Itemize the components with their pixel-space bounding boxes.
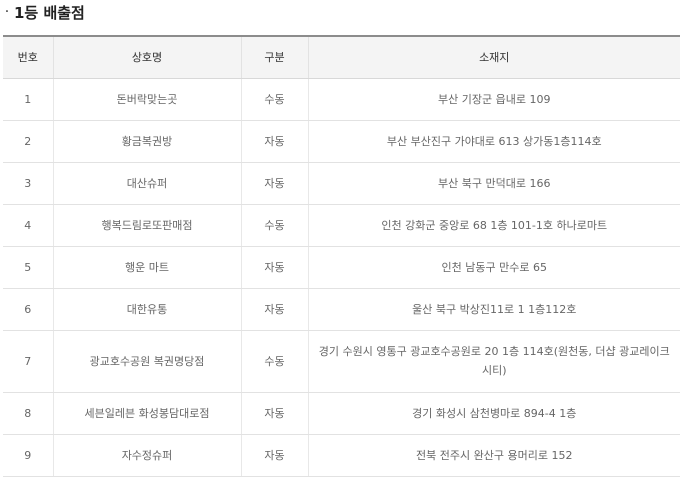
cell-name: 광교호수공원 복권명당점 bbox=[53, 330, 242, 393]
cell-type: 자동 bbox=[241, 434, 309, 477]
cell-type: 자동 bbox=[241, 120, 309, 163]
table-row: 8 세븐일레븐 화성봉담대로점 자동 경기 화성시 삼천병마로 894-4 1층 bbox=[3, 392, 680, 435]
cell-name: 세븐일레븐 화성봉담대로점 bbox=[53, 392, 242, 435]
cell-address: 인천 강화군 중앙로 68 1층 101-1호 하나로마트 bbox=[308, 204, 680, 247]
cell-type: 수동 bbox=[241, 330, 309, 393]
bullet-icon: · bbox=[4, 4, 10, 20]
table-row: 6 대한유통 자동 울산 북구 박상진11로 1 1층112호 bbox=[3, 288, 680, 331]
cell-no: 1 bbox=[3, 78, 54, 121]
cell-type: 자동 bbox=[241, 288, 309, 331]
section-heading: · 1등 배출점 bbox=[0, 0, 680, 24]
cell-name: 자수정슈퍼 bbox=[53, 434, 242, 477]
cell-no: 3 bbox=[3, 162, 54, 205]
cell-no: 9 bbox=[3, 434, 54, 477]
table-row: 5 행운 마트 자동 인천 남동구 만수로 65 bbox=[3, 246, 680, 289]
header-address: 소재지 bbox=[308, 36, 680, 79]
cell-name: 행복드림로또판매점 bbox=[53, 204, 242, 247]
header-type: 구분 bbox=[241, 36, 309, 79]
table-header-row: 번호 상호명 구분 소재지 bbox=[3, 36, 680, 79]
winners-table: 번호 상호명 구분 소재지 1 돈버락맞는곳 수동 부산 기장군 읍내로 109… bbox=[3, 35, 680, 477]
table-row: 4 행복드림로또판매점 수동 인천 강화군 중앙로 68 1층 101-1호 하… bbox=[3, 204, 680, 247]
cell-address: 부산 기장군 읍내로 109 bbox=[308, 78, 680, 121]
table-row: 7 광교호수공원 복권명당점 수동 경기 수원시 영통구 광교호수공원로 20 … bbox=[3, 330, 680, 393]
cell-address: 부산 북구 만덕대로 166 bbox=[308, 162, 680, 205]
cell-name: 돈버락맞는곳 bbox=[53, 78, 242, 121]
cell-no: 6 bbox=[3, 288, 54, 331]
section-title: 1등 배출점 bbox=[14, 3, 85, 22]
cell-name: 대산슈퍼 bbox=[53, 162, 242, 205]
cell-no: 2 bbox=[3, 120, 54, 163]
cell-type: 자동 bbox=[241, 392, 309, 435]
cell-name: 대한유통 bbox=[53, 288, 242, 331]
cell-type: 수동 bbox=[241, 204, 309, 247]
cell-no: 8 bbox=[3, 392, 54, 435]
table-row: 2 황금복권방 자동 부산 부산진구 가야대로 613 상가동1층114호 bbox=[3, 120, 680, 163]
cell-no: 7 bbox=[3, 330, 54, 393]
header-name: 상호명 bbox=[53, 36, 242, 79]
cell-name: 황금복권방 bbox=[53, 120, 242, 163]
cell-no: 5 bbox=[3, 246, 54, 289]
cell-address: 경기 수원시 영통구 광교호수공원로 20 1층 114호(원천동, 더샵 광교… bbox=[308, 330, 680, 393]
cell-type: 자동 bbox=[241, 246, 309, 289]
cell-address: 부산 부산진구 가야대로 613 상가동1층114호 bbox=[308, 120, 680, 163]
cell-address: 인천 남동구 만수로 65 bbox=[308, 246, 680, 289]
table-row: 3 대산슈퍼 자동 부산 북구 만덕대로 166 bbox=[3, 162, 680, 205]
cell-address: 전북 전주시 완산구 용머리로 152 bbox=[308, 434, 680, 477]
cell-name: 행운 마트 bbox=[53, 246, 242, 289]
cell-address: 울산 북구 박상진11로 1 1층112호 bbox=[308, 288, 680, 331]
header-no: 번호 bbox=[3, 36, 54, 79]
cell-no: 4 bbox=[3, 204, 54, 247]
table-row: 9 자수정슈퍼 자동 전북 전주시 완산구 용머리로 152 bbox=[3, 434, 680, 477]
table-row: 1 돈버락맞는곳 수동 부산 기장군 읍내로 109 bbox=[3, 78, 680, 121]
cell-type: 자동 bbox=[241, 162, 309, 205]
cell-address: 경기 화성시 삼천병마로 894-4 1층 bbox=[308, 392, 680, 435]
cell-type: 수동 bbox=[241, 78, 309, 121]
